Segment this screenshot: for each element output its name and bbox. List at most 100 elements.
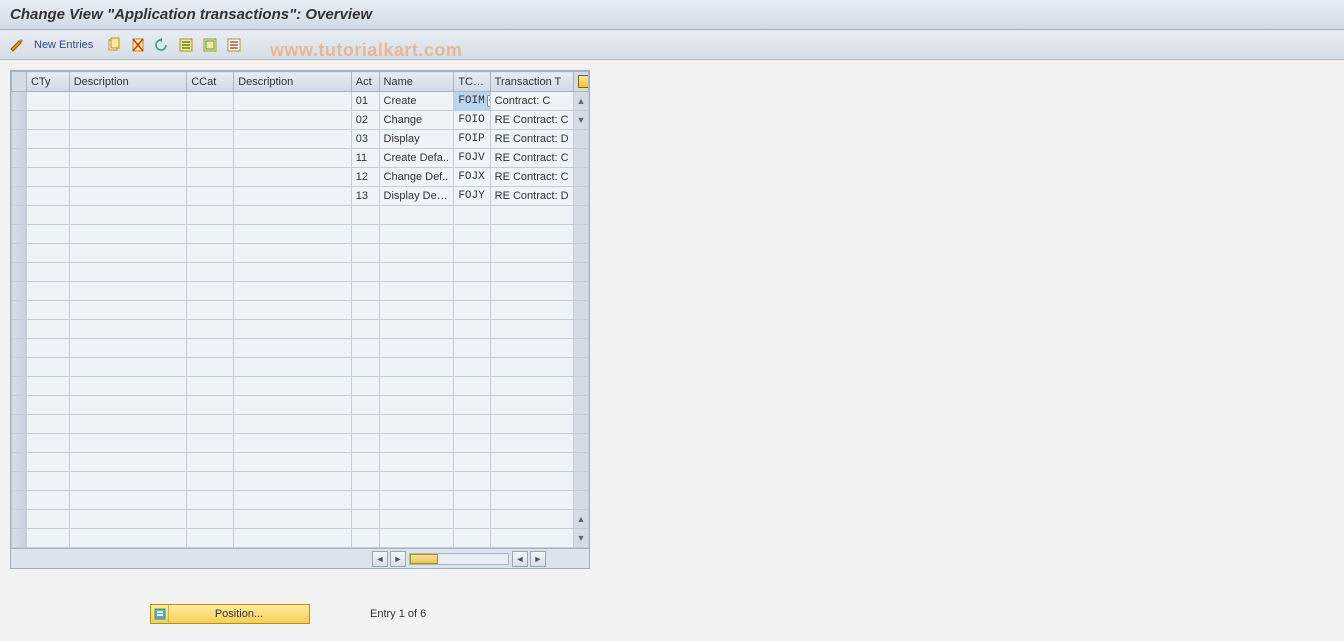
cell-empty[interactable] bbox=[379, 358, 454, 377]
cell-empty[interactable] bbox=[187, 111, 234, 130]
cell-empty[interactable] bbox=[69, 320, 187, 339]
cell-empty[interactable] bbox=[351, 320, 379, 339]
cell-empty[interactable] bbox=[187, 92, 234, 111]
cell-empty[interactable] bbox=[187, 434, 234, 453]
cell-empty[interactable] bbox=[490, 377, 573, 396]
vscroll-up-button[interactable]: ▲ bbox=[574, 92, 588, 110]
cell-empty[interactable] bbox=[187, 130, 234, 149]
col-header-cty[interactable]: CTy bbox=[26, 72, 69, 92]
cell-empty[interactable] bbox=[26, 130, 69, 149]
cell-empty[interactable] bbox=[26, 510, 69, 529]
col-header-desc2[interactable]: Description bbox=[234, 72, 352, 92]
cell-empty[interactable] bbox=[187, 206, 234, 225]
cell-act[interactable]: 02 bbox=[351, 111, 379, 130]
cell-empty[interactable] bbox=[26, 301, 69, 320]
cell-empty[interactable] bbox=[69, 130, 187, 149]
cell-empty[interactable] bbox=[351, 510, 379, 529]
cell-act[interactable]: 12 bbox=[351, 168, 379, 187]
cell-name[interactable]: Create bbox=[379, 92, 454, 111]
row-handle[interactable] bbox=[12, 168, 27, 187]
cell-transaction-text[interactable]: RE Contract: D bbox=[490, 187, 573, 206]
col-header-ccat[interactable]: CCat bbox=[187, 72, 234, 92]
cell-empty[interactable] bbox=[69, 415, 187, 434]
cell-empty[interactable] bbox=[187, 225, 234, 244]
row-handle[interactable] bbox=[12, 225, 27, 244]
undo-icon[interactable] bbox=[153, 36, 171, 54]
cell-empty[interactable] bbox=[234, 168, 352, 187]
cell-empty[interactable] bbox=[379, 263, 454, 282]
cell-empty[interactable] bbox=[234, 206, 352, 225]
row-handle[interactable] bbox=[12, 453, 27, 472]
cell-empty[interactable] bbox=[26, 187, 69, 206]
cell-empty[interactable] bbox=[379, 320, 454, 339]
cell-empty[interactable] bbox=[379, 225, 454, 244]
hscroll-right-button[interactable]: ► bbox=[390, 551, 406, 567]
cell-empty[interactable] bbox=[234, 434, 352, 453]
cell-empty[interactable] bbox=[187, 187, 234, 206]
cell-empty[interactable] bbox=[490, 320, 573, 339]
row-handle[interactable] bbox=[12, 111, 27, 130]
cell-empty[interactable] bbox=[69, 510, 187, 529]
cell-tcode[interactable]: FOJY bbox=[454, 187, 490, 206]
cell-empty[interactable] bbox=[379, 434, 454, 453]
cell-empty[interactable] bbox=[379, 529, 454, 548]
hscroll-track[interactable] bbox=[409, 553, 509, 565]
f4-help-icon[interactable] bbox=[487, 95, 490, 107]
cell-empty[interactable] bbox=[379, 339, 454, 358]
cell-name[interactable]: Display bbox=[379, 130, 454, 149]
cell-empty[interactable] bbox=[379, 301, 454, 320]
cell-empty[interactable] bbox=[234, 130, 352, 149]
cell-act[interactable]: 13 bbox=[351, 187, 379, 206]
cell-empty[interactable] bbox=[454, 206, 490, 225]
position-button[interactable]: Position... bbox=[150, 604, 310, 624]
row-handle[interactable] bbox=[12, 529, 27, 548]
row-handle[interactable] bbox=[12, 149, 27, 168]
cell-empty[interactable] bbox=[187, 149, 234, 168]
cell-empty[interactable] bbox=[351, 529, 379, 548]
cell-empty[interactable] bbox=[351, 301, 379, 320]
cell-empty[interactable] bbox=[454, 320, 490, 339]
cell-act[interactable]: 01 bbox=[351, 92, 379, 111]
cell-empty[interactable] bbox=[454, 282, 490, 301]
cell-empty[interactable] bbox=[187, 453, 234, 472]
cell-empty[interactable] bbox=[69, 225, 187, 244]
cell-empty[interactable] bbox=[379, 244, 454, 263]
cell-tcode[interactable]: FOJV bbox=[454, 149, 490, 168]
cell-empty[interactable] bbox=[26, 149, 69, 168]
cell-empty[interactable] bbox=[351, 358, 379, 377]
cell-name[interactable]: Change bbox=[379, 111, 454, 130]
cell-tcode[interactable]: FOIM bbox=[454, 92, 490, 111]
cell-act[interactable]: 11 bbox=[351, 149, 379, 168]
cell-empty[interactable] bbox=[351, 396, 379, 415]
cell-empty[interactable] bbox=[234, 111, 352, 130]
cell-empty[interactable] bbox=[69, 301, 187, 320]
cell-empty[interactable] bbox=[351, 434, 379, 453]
cell-empty[interactable] bbox=[69, 396, 187, 415]
cell-empty[interactable] bbox=[490, 339, 573, 358]
cell-empty[interactable] bbox=[454, 472, 490, 491]
cell-tcode[interactable]: FOJX bbox=[454, 168, 490, 187]
col-header-txtext[interactable]: Transaction T bbox=[490, 72, 573, 92]
cell-empty[interactable] bbox=[69, 149, 187, 168]
cell-empty[interactable] bbox=[454, 225, 490, 244]
cell-empty[interactable] bbox=[234, 187, 352, 206]
cell-empty[interactable] bbox=[490, 358, 573, 377]
cell-empty[interactable] bbox=[26, 396, 69, 415]
cell-empty[interactable] bbox=[379, 206, 454, 225]
cell-empty[interactable] bbox=[69, 263, 187, 282]
hscroll-last-button[interactable]: ► bbox=[530, 551, 546, 567]
cell-empty[interactable] bbox=[69, 111, 187, 130]
cell-empty[interactable] bbox=[26, 92, 69, 111]
cell-empty[interactable] bbox=[490, 453, 573, 472]
cell-empty[interactable] bbox=[26, 377, 69, 396]
deselect-all-icon[interactable] bbox=[225, 36, 243, 54]
cell-empty[interactable] bbox=[351, 377, 379, 396]
cell-empty[interactable] bbox=[26, 225, 69, 244]
cell-empty[interactable] bbox=[379, 472, 454, 491]
cell-empty[interactable] bbox=[26, 358, 69, 377]
cell-empty[interactable] bbox=[351, 282, 379, 301]
cell-empty[interactable] bbox=[69, 339, 187, 358]
cell-empty[interactable] bbox=[351, 472, 379, 491]
cell-empty[interactable] bbox=[187, 396, 234, 415]
cell-empty[interactable] bbox=[26, 453, 69, 472]
